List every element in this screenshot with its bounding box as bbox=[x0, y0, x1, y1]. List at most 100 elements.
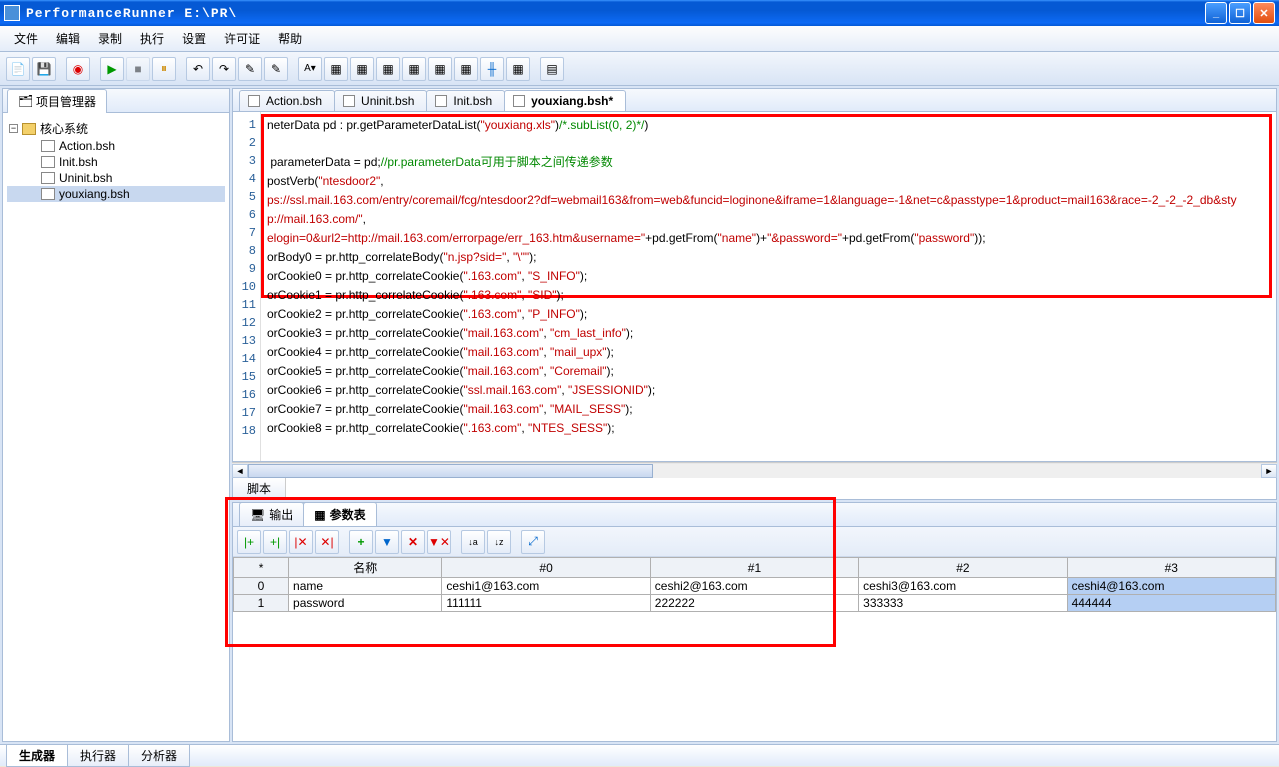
del-col-button[interactable]: |✕ bbox=[289, 530, 313, 554]
footer-tab-生成器[interactable]: 生成器 bbox=[6, 744, 68, 767]
cell[interactable]: 222222 bbox=[650, 595, 858, 612]
col-header[interactable]: 名称 bbox=[289, 558, 442, 578]
tool-2[interactable]: ▦ bbox=[350, 57, 374, 81]
footer-tab-执行器[interactable]: 执行器 bbox=[67, 744, 129, 767]
pause-button[interactable]: ⏸ bbox=[152, 57, 176, 81]
cell[interactable]: ceshi1@163.com bbox=[442, 578, 650, 595]
menu-编辑[interactable]: 编辑 bbox=[48, 27, 88, 50]
file-icon bbox=[41, 140, 55, 152]
lower-tabbar: 🖥输出▦参数表 bbox=[233, 503, 1276, 527]
cell[interactable]: ceshi2@163.com bbox=[650, 578, 858, 595]
lower-tab-参数表[interactable]: ▦参数表 bbox=[303, 502, 376, 526]
menu-设置[interactable]: 设置 bbox=[174, 27, 214, 50]
editor-tab-youxiang.bsh*[interactable]: youxiang.bsh* bbox=[504, 90, 626, 111]
record-button[interactable]: ◉ bbox=[66, 57, 90, 81]
cell[interactable]: ceshi3@163.com bbox=[859, 578, 1067, 595]
file-icon bbox=[41, 188, 55, 200]
cell[interactable]: 333333 bbox=[859, 595, 1067, 612]
tree-item-Init.bsh[interactable]: Init.bsh bbox=[7, 154, 225, 170]
window-title: PerformanceRunner E:\PR\ bbox=[26, 6, 1205, 21]
file-icon bbox=[41, 172, 55, 184]
scroll-left-icon[interactable]: ◄ bbox=[232, 464, 248, 478]
cell[interactable]: 444444 bbox=[1067, 595, 1275, 612]
edit-button[interactable]: ✎ bbox=[238, 57, 262, 81]
tool-1[interactable]: ▦ bbox=[324, 57, 348, 81]
table-row[interactable]: 1password111111222222333333444444 bbox=[234, 595, 1276, 612]
cell[interactable]: 111111 bbox=[442, 595, 650, 612]
app-icon bbox=[4, 5, 20, 21]
parameter-table[interactable]: *名称#0#1#2#30nameceshi1@163.comceshi2@163… bbox=[233, 557, 1276, 612]
tree-icon: 🗂 bbox=[18, 94, 32, 108]
menu-许可证[interactable]: 许可证 bbox=[216, 27, 268, 50]
maximize-button[interactable]: ☐ bbox=[1229, 2, 1251, 24]
col-header[interactable]: * bbox=[234, 558, 289, 578]
editor-tab-Init.bsh[interactable]: Init.bsh bbox=[426, 90, 505, 111]
tree-item-Uninit.bsh[interactable]: Uninit.bsh bbox=[7, 170, 225, 186]
add-col-right-button[interactable]: +| bbox=[263, 530, 287, 554]
editor-tab-Uninit.bsh[interactable]: Uninit.bsh bbox=[334, 90, 427, 111]
save-button[interactable]: 💾 bbox=[32, 57, 56, 81]
close-button[interactable]: ✕ bbox=[1253, 2, 1275, 24]
project-manager-tab[interactable]: 🗂 项目管理器 bbox=[7, 89, 107, 113]
play-button[interactable]: ▶ bbox=[100, 57, 124, 81]
menu-执行[interactable]: 执行 bbox=[132, 27, 172, 50]
scroll-right-icon[interactable]: ► bbox=[1261, 464, 1277, 478]
del-col-right-button[interactable]: ✕| bbox=[315, 530, 339, 554]
del-row-button[interactable]: ✕ bbox=[401, 530, 425, 554]
clear-button[interactable]: ▼✕ bbox=[427, 530, 451, 554]
tab-icon: 🖥 bbox=[250, 508, 265, 522]
undo-button[interactable]: ↶ bbox=[186, 57, 210, 81]
footer-tab-分析器[interactable]: 分析器 bbox=[128, 744, 190, 767]
cell[interactable]: 0 bbox=[234, 578, 289, 595]
collapse-icon[interactable]: − bbox=[9, 124, 18, 133]
tree-item-Action.bsh[interactable]: Action.bsh bbox=[7, 138, 225, 154]
file-icon bbox=[513, 95, 525, 107]
lower-tab-输出[interactable]: 🖥输出 bbox=[239, 502, 304, 526]
footer-tabbar: 生成器执行器分析器 bbox=[0, 744, 1279, 766]
cell[interactable]: password bbox=[289, 595, 442, 612]
highlight-button[interactable]: ✎ bbox=[264, 57, 288, 81]
new-button[interactable]: 📄 bbox=[6, 57, 30, 81]
code-area[interactable]: neterData pd : pr.getParameterDataList("… bbox=[261, 112, 1276, 461]
menu-录制[interactable]: 录制 bbox=[90, 27, 130, 50]
editor-tab-Action.bsh[interactable]: Action.bsh bbox=[239, 90, 335, 111]
add-row-button[interactable]: + bbox=[349, 530, 373, 554]
minimize-button[interactable]: _ bbox=[1205, 2, 1227, 24]
editor-tabbar: Action.bshUninit.bshInit.bshyouxiang.bsh… bbox=[232, 88, 1277, 112]
tool-6[interactable]: ▦ bbox=[454, 57, 478, 81]
table-row[interactable]: 0nameceshi1@163.comceshi2@163.comceshi3@… bbox=[234, 578, 1276, 595]
col-header[interactable]: #0 bbox=[442, 558, 650, 578]
menu-文件[interactable]: 文件 bbox=[6, 27, 46, 50]
titlebar[interactable]: PerformanceRunner E:\PR\ _ ☐ ✕ bbox=[0, 0, 1279, 26]
col-header[interactable]: #3 bbox=[1067, 558, 1275, 578]
tool-4[interactable]: ▦ bbox=[402, 57, 426, 81]
tool-7[interactable]: ╫ bbox=[480, 57, 504, 81]
chart-button[interactable]: ⤢ bbox=[521, 530, 545, 554]
tool-5[interactable]: ▦ bbox=[428, 57, 452, 81]
cell[interactable]: name bbox=[289, 578, 442, 595]
tool-9[interactable]: ▤ bbox=[540, 57, 564, 81]
sort-asc-button[interactable]: ↓a bbox=[461, 530, 485, 554]
cell[interactable]: ceshi4@163.com bbox=[1067, 578, 1275, 595]
col-header[interactable]: #2 bbox=[859, 558, 1067, 578]
folder-icon bbox=[22, 123, 36, 135]
cell[interactable]: 1 bbox=[234, 595, 289, 612]
file-icon bbox=[248, 95, 260, 107]
menu-帮助[interactable]: 帮助 bbox=[270, 27, 310, 50]
redo-button[interactable]: ↷ bbox=[212, 57, 236, 81]
add-col-left-button[interactable]: |+ bbox=[237, 530, 261, 554]
font-button[interactable]: A▾ bbox=[298, 57, 322, 81]
tool-3[interactable]: ▦ bbox=[376, 57, 400, 81]
tree-item-youxiang.bsh[interactable]: youxiang.bsh bbox=[7, 186, 225, 202]
col-header[interactable]: #1 bbox=[650, 558, 858, 578]
editor-hscroll[interactable]: ◄ ► bbox=[232, 462, 1277, 478]
tool-8[interactable]: ▦ bbox=[506, 57, 530, 81]
code-editor[interactable]: 123456789101112131415161718 neterData pd… bbox=[232, 112, 1277, 462]
script-tab[interactable]: 脚本 bbox=[233, 478, 286, 499]
project-tree[interactable]: −核心系统Action.bshInit.bshUninit.bshyouxian… bbox=[3, 113, 229, 741]
tab-icon: ▦ bbox=[314, 508, 325, 522]
filter-button[interactable]: ▼ bbox=[375, 530, 399, 554]
scroll-thumb[interactable] bbox=[248, 464, 653, 478]
sort-desc-button[interactable]: ↓z bbox=[487, 530, 511, 554]
tree-root[interactable]: −核心系统 bbox=[7, 119, 225, 138]
